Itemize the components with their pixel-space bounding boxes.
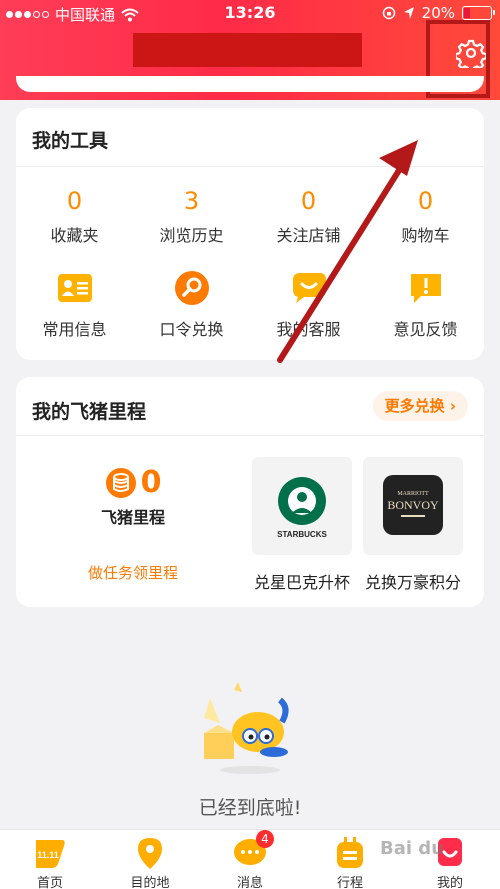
svg-text:BONVOY: BONVOY <box>387 498 439 512</box>
tool-cart[interactable]: 0 购物车 <box>367 186 484 246</box>
tool-code-redeem[interactable]: 口令兑换 <box>133 270 250 340</box>
code-redeem-label: 口令兑换 <box>159 320 224 339</box>
my-tools-card: 我的工具 0 收藏夹 3 浏览历史 0 关注店铺 0 购物车 常用信息 口令兑换… <box>16 108 484 360</box>
tool-history[interactable]: 3 浏览历史 <box>133 186 250 246</box>
mileage-title: 我的飞猪里程 <box>32 401 147 423</box>
tool-followed-shops[interactable]: 0 关注店铺 <box>250 186 367 246</box>
profile-card-bottom <box>16 76 484 92</box>
messages-badge: 4 <box>256 830 274 848</box>
mileage-summary: 0 飞猪里程 做任务领里程 <box>16 465 250 583</box>
feedback-label: 意见反馈 <box>393 320 458 339</box>
chevron-right-icon: › <box>449 397 456 415</box>
more-redeem-label: 更多兑换 <box>384 397 445 415</box>
tools-actions-row: 常用信息 口令兑换 我的客服 意见反馈 <box>16 270 484 340</box>
my-tools-title: 我的工具 <box>32 130 109 152</box>
earn-mileage-link[interactable]: 做任务领里程 <box>16 562 250 583</box>
cart-count: 0 <box>417 187 434 215</box>
followed-shops-label: 关注店铺 <box>276 226 341 245</box>
common-info-label: 常用信息 <box>42 320 107 339</box>
marriott-bonvoy-logo: MARRIOTT BONVOY <box>383 475 443 535</box>
home-double11-icon: 11.11 <box>36 840 65 868</box>
starbucks-reward-card[interactable]: STARBUCKS <box>252 457 352 555</box>
suitcase-icon <box>337 837 363 868</box>
tool-favorites[interactable]: 0 收藏夹 <box>16 186 133 246</box>
svg-text:STARBUCKS: STARBUCKS <box>277 530 327 539</box>
coin-stack-icon <box>105 467 136 498</box>
watermark: Bai du <box>380 838 445 859</box>
tab-messages[interactable]: 消息 <box>200 830 300 889</box>
id-card-icon <box>57 274 92 302</box>
tab-home-label: 首页 <box>36 876 63 889</box>
tool-feedback[interactable]: 意见反馈 <box>367 270 484 340</box>
search-icon <box>174 271 209 305</box>
end-of-list-text: 已经到底啦! <box>198 797 302 819</box>
tools-stats-row: 0 收藏夹 3 浏览历史 0 关注店铺 0 购物车 <box>16 186 484 246</box>
history-label: 浏览历史 <box>159 226 224 245</box>
mascot-illustration <box>204 682 289 774</box>
redacted-username <box>133 33 362 67</box>
battery-icon <box>462 6 495 20</box>
location-icon <box>403 7 414 19</box>
marriott-reward-label: 兑换万豪积分 <box>364 573 461 592</box>
tab-itinerary-label: 行程 <box>336 876 363 889</box>
favorites-count: 0 <box>66 187 83 215</box>
mileage-points: 0 <box>140 465 162 500</box>
mileage-name: 飞猪里程 <box>100 508 165 527</box>
tab-home[interactable]: 11.11 首页 <box>0 830 100 889</box>
status-bar: 中国联通 13:26 20% <box>0 0 500 26</box>
rotation-lock-icon <box>382 6 395 20</box>
customer-service-label: 我的客服 <box>276 320 341 339</box>
tool-customer-service[interactable]: 我的客服 <box>250 270 367 340</box>
svg-text:11.11: 11.11 <box>37 850 59 860</box>
svg-text:MARRIOTT: MARRIOTT <box>397 491 429 497</box>
tab-messages-label: 消息 <box>236 876 263 889</box>
more-redeem-button[interactable]: 更多兑换 › <box>372 391 468 421</box>
tab-destination[interactable]: 目的地 <box>100 830 200 889</box>
location-pin-icon <box>138 838 162 869</box>
chat-smile-icon <box>292 273 326 303</box>
cart-label: 购物车 <box>401 226 450 245</box>
feedback-icon <box>410 274 441 303</box>
mileage-card: 我的飞猪里程 更多兑换 › 0 飞猪里程 做任务领里程 STARBUCKS MA… <box>16 377 484 607</box>
history-count: 3 <box>183 187 200 215</box>
starbucks-reward-label: 兑星巴克升杯 <box>253 573 350 592</box>
divider <box>16 435 484 436</box>
favorites-label: 收藏夹 <box>50 226 99 245</box>
tab-mine-label: 我的 <box>436 876 463 889</box>
marriott-reward-card[interactable]: MARRIOTT BONVOY <box>363 457 463 555</box>
followed-shops-count: 0 <box>300 187 317 215</box>
tab-destination-label: 目的地 <box>130 876 170 889</box>
divider <box>16 166 484 167</box>
starbucks-logo: STARBUCKS <box>277 477 327 539</box>
tool-common-info[interactable]: 常用信息 <box>16 270 133 340</box>
